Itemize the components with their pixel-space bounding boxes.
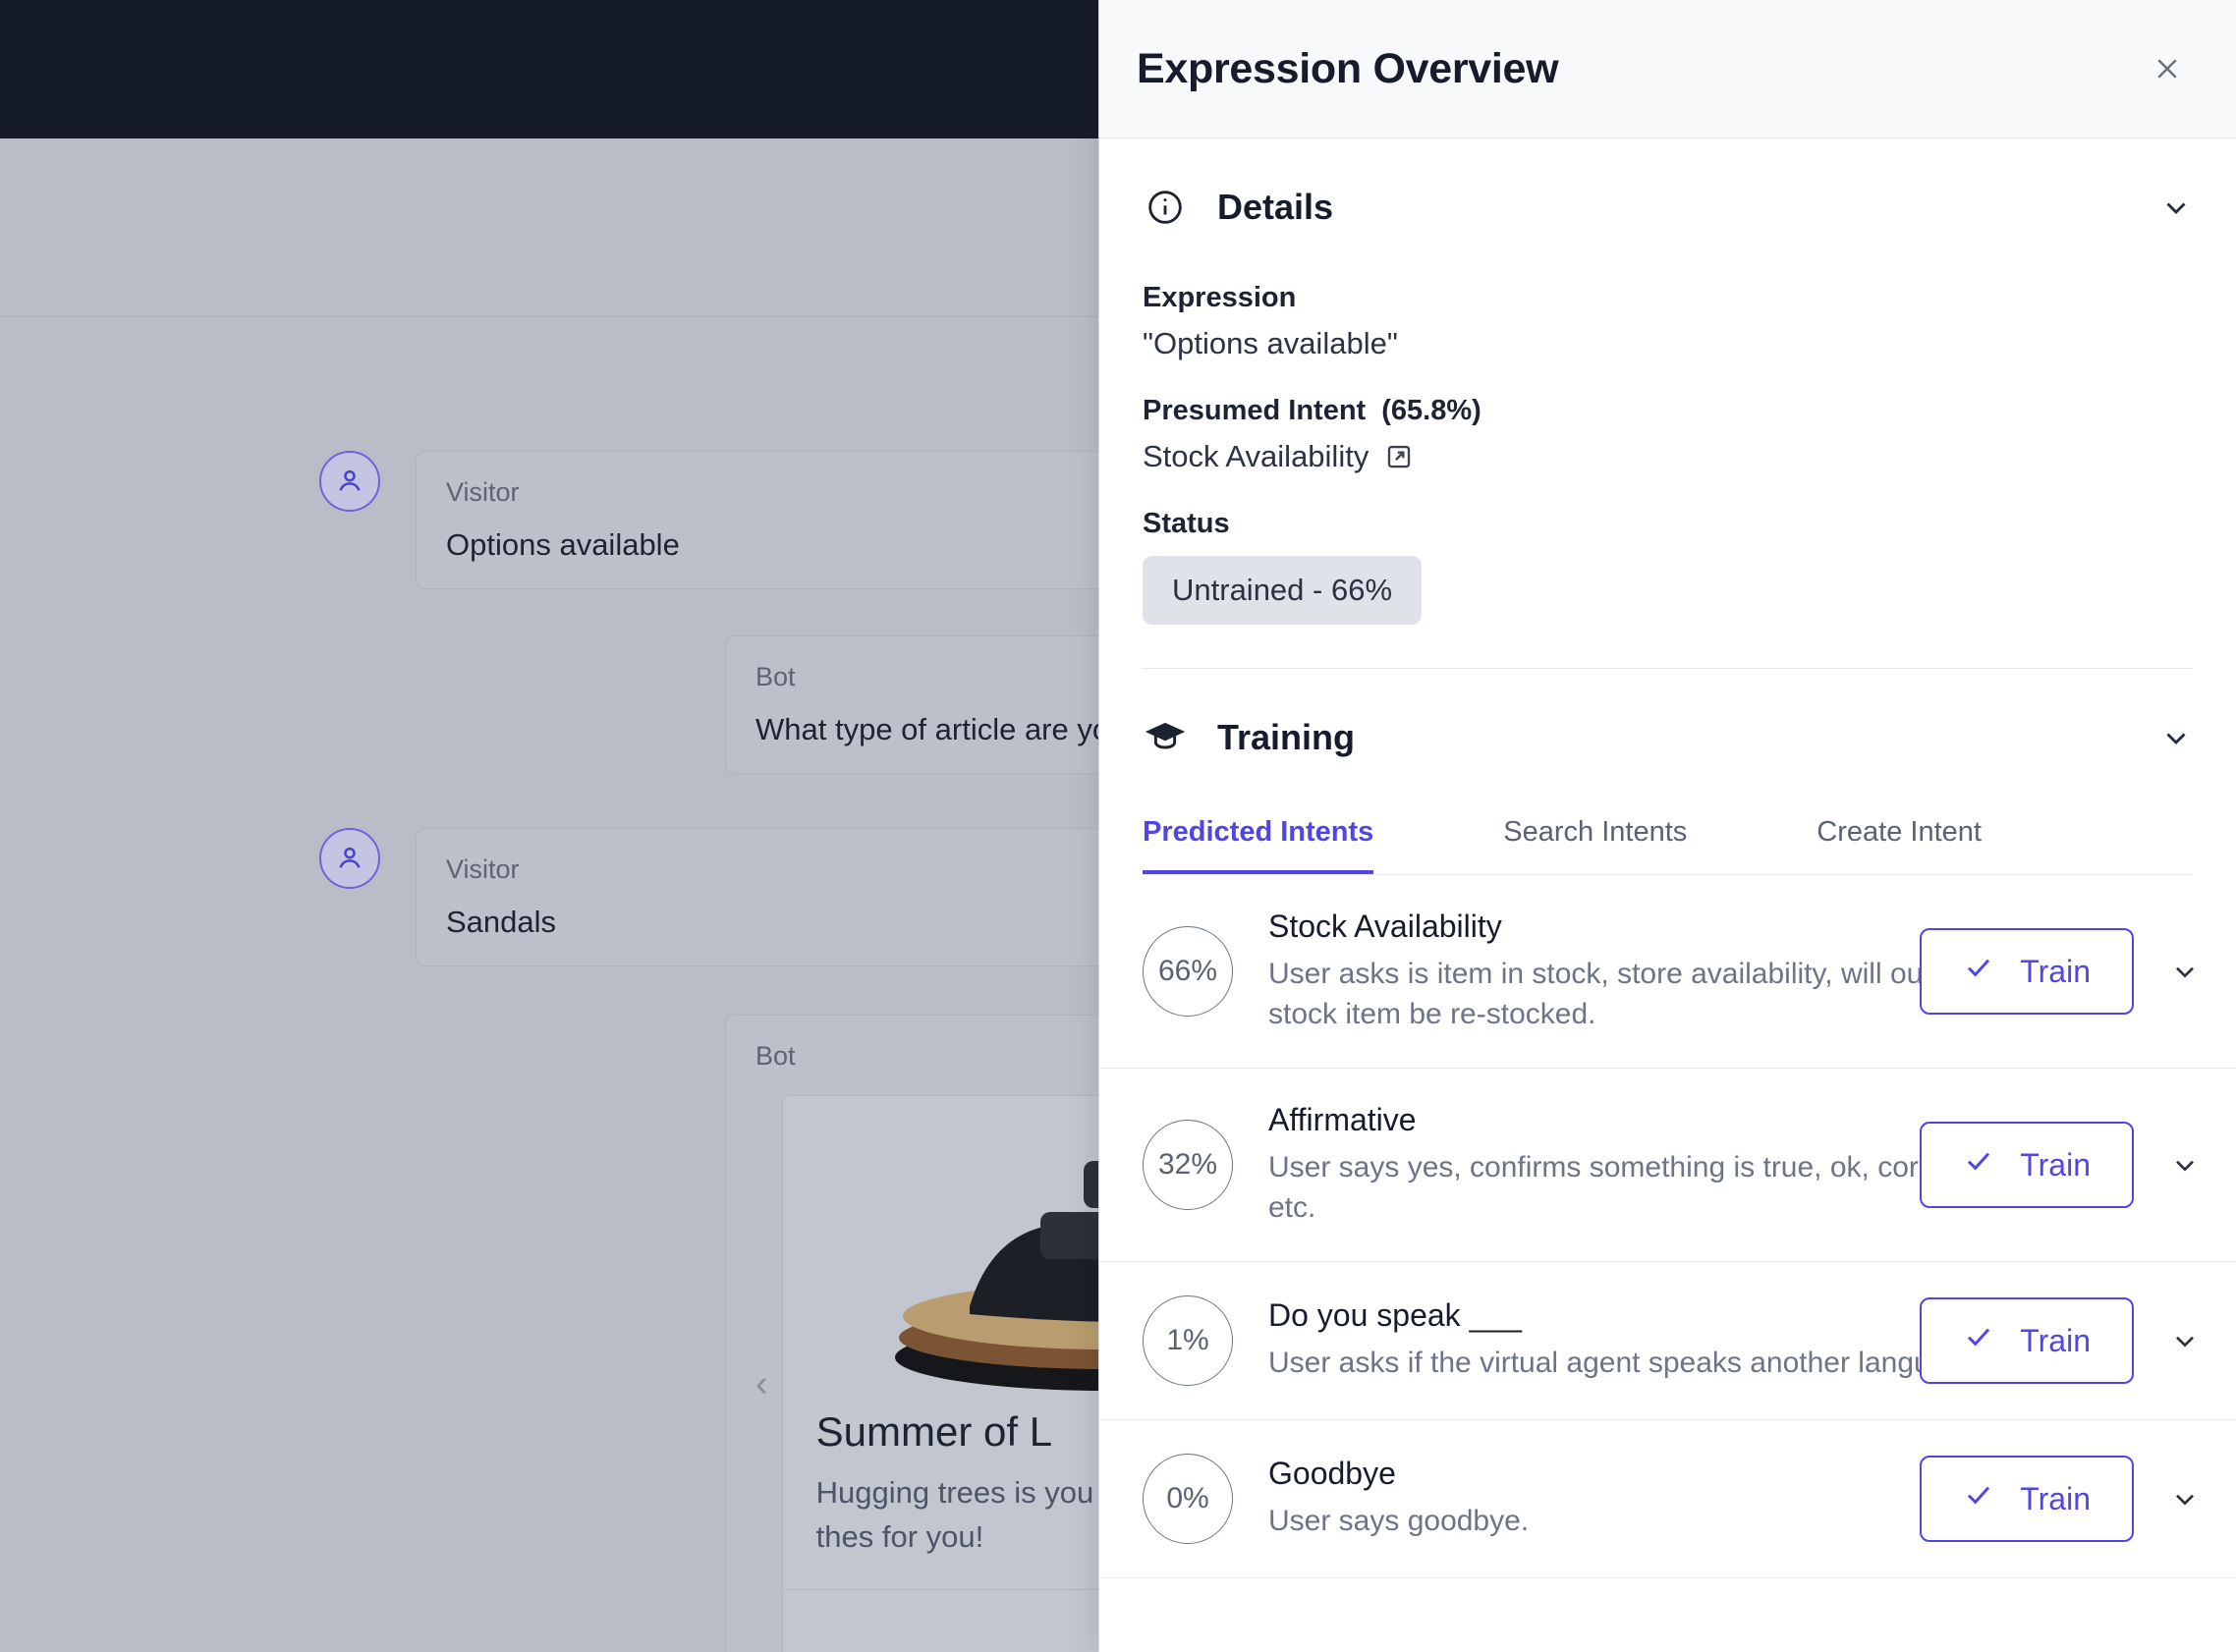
panel-header: Expression Overview xyxy=(1099,0,2236,138)
presumed-intent-value: Stock Availability xyxy=(1143,439,1369,474)
message-visitor-2: Visitor Sandals xyxy=(319,828,1098,966)
chevron-down-icon[interactable] xyxy=(2169,1325,2201,1356)
check-icon xyxy=(1963,1145,1994,1184)
presumed-intent-confidence: (65.8%) xyxy=(1381,395,1481,427)
train-button[interactable]: Train xyxy=(1920,928,2134,1015)
product-carousel: ‹ xyxy=(755,1095,1098,1652)
status-label: Status xyxy=(1143,508,2193,540)
expression-value: "Options available" xyxy=(1143,326,2193,361)
chevron-down-icon[interactable] xyxy=(2169,1483,2201,1514)
message-text: Options available xyxy=(446,527,1098,563)
training-section: Training Predicted Intents Search Intent… xyxy=(1099,669,2236,875)
product-title: Summer of L xyxy=(783,1391,1098,1456)
message-bot-1: Bot What type of article are you xyxy=(725,635,1098,774)
tab-search-intents[interactable]: Search Intents xyxy=(1503,798,1687,874)
confidence-badge: 66% xyxy=(1143,926,1233,1017)
tab-create-intent[interactable]: Create Intent xyxy=(1817,798,1982,874)
message-bubble: Visitor Sandals xyxy=(416,828,1098,966)
conversation-panel: Visitor Options available Bot What type … xyxy=(0,138,1098,1652)
training-tabs: Predicted Intents Search Intents Create … xyxy=(1143,798,2193,875)
message-speaker: Bot xyxy=(755,1041,1098,1072)
training-section-header[interactable]: Training xyxy=(1143,669,2193,785)
message-speaker: Visitor xyxy=(446,854,1098,885)
close-icon[interactable] xyxy=(2144,45,2191,92)
intent-description: User asks is item in stock, store availa… xyxy=(1268,955,1995,1034)
status-badge: Untrained - 66% xyxy=(1143,556,1422,625)
graduation-cap-icon xyxy=(1143,717,1188,758)
details-section: Details Expression "Options available" P… xyxy=(1099,138,2236,669)
details-heading: Details xyxy=(1217,187,2159,228)
product-details-link[interactable]: Details xyxy=(783,1589,1098,1652)
chevron-down-icon[interactable] xyxy=(2169,1149,2201,1181)
train-button-label: Train xyxy=(2020,1147,2091,1184)
card-bubble: Bot ‹ xyxy=(725,1015,1098,1652)
check-icon xyxy=(1963,1321,1994,1360)
train-button-label: Train xyxy=(2020,1481,2091,1517)
page-title: Expression Overview xyxy=(1137,45,1558,93)
info-icon xyxy=(1143,188,1188,227)
chevron-down-icon[interactable] xyxy=(2159,191,2193,224)
chevron-down-icon[interactable] xyxy=(2169,956,2201,987)
message-bubble: Bot What type of article are you xyxy=(725,635,1098,774)
train-button-label: Train xyxy=(2020,954,2091,990)
message-text: Sandals xyxy=(446,905,1098,940)
confidence-badge: 1% xyxy=(1143,1295,1233,1386)
confidence-badge: 0% xyxy=(1143,1454,1233,1544)
check-icon xyxy=(1963,952,1994,991)
presumed-intent-label: Presumed Intent xyxy=(1143,395,1366,427)
intent-row[interactable]: 66% Stock Availability User asks is item… xyxy=(1099,875,2236,1069)
chevron-down-icon[interactable] xyxy=(2159,721,2193,754)
intent-description: User says goodbye. xyxy=(1268,1502,1995,1542)
message-visitor-1: Visitor Options available xyxy=(319,451,1098,589)
expression-label: Expression xyxy=(1143,282,2193,314)
details-section-header[interactable]: Details xyxy=(1143,138,2193,254)
external-link-icon[interactable] xyxy=(1384,442,1414,471)
intent-row[interactable]: 32% Affirmative User says yes, confirms … xyxy=(1099,1069,2236,1262)
message-bubble: Visitor Options available xyxy=(416,451,1098,589)
carousel-prev-icon[interactable]: ‹ xyxy=(755,1365,768,1403)
train-button[interactable]: Train xyxy=(1920,1297,2134,1384)
visitor-avatar xyxy=(319,828,380,889)
message-speaker: Visitor xyxy=(446,477,1098,508)
message-text: What type of article are you xyxy=(755,712,1098,747)
product-image xyxy=(783,1096,1098,1391)
tab-predicted-intents[interactable]: Predicted Intents xyxy=(1143,798,1373,874)
expression-overview-panel: Expression Overview Details xyxy=(1098,0,2236,1652)
conversation-divider xyxy=(0,316,1098,317)
message-bot-card: Bot ‹ xyxy=(725,1015,1098,1652)
train-button[interactable]: Train xyxy=(1920,1122,2134,1208)
product-card[interactable]: Summer of L Hugging trees is you pastime… xyxy=(782,1095,1098,1652)
intent-row[interactable]: 0% Goodbye User says goodbye. Train xyxy=(1099,1420,2236,1578)
intent-description: User says yes, confirms something is tru… xyxy=(1268,1148,1995,1228)
predicted-intents-list: 66% Stock Availability User asks is item… xyxy=(1099,875,2236,1578)
confidence-badge: 32% xyxy=(1143,1120,1233,1210)
intent-row[interactable]: 1% Do you speak ___ User asks if the vir… xyxy=(1099,1262,2236,1420)
visitor-avatar xyxy=(319,451,380,512)
intent-description: User asks if the virtual agent speaks an… xyxy=(1268,1344,1995,1384)
product-description: Hugging trees is you pastime? Then thes … xyxy=(783,1456,1098,1589)
check-icon xyxy=(1963,1479,1994,1518)
train-button-label: Train xyxy=(2020,1323,2091,1359)
message-speaker: Bot xyxy=(755,662,1098,692)
training-heading: Training xyxy=(1217,717,2159,758)
train-button[interactable]: Train xyxy=(1920,1456,2134,1542)
